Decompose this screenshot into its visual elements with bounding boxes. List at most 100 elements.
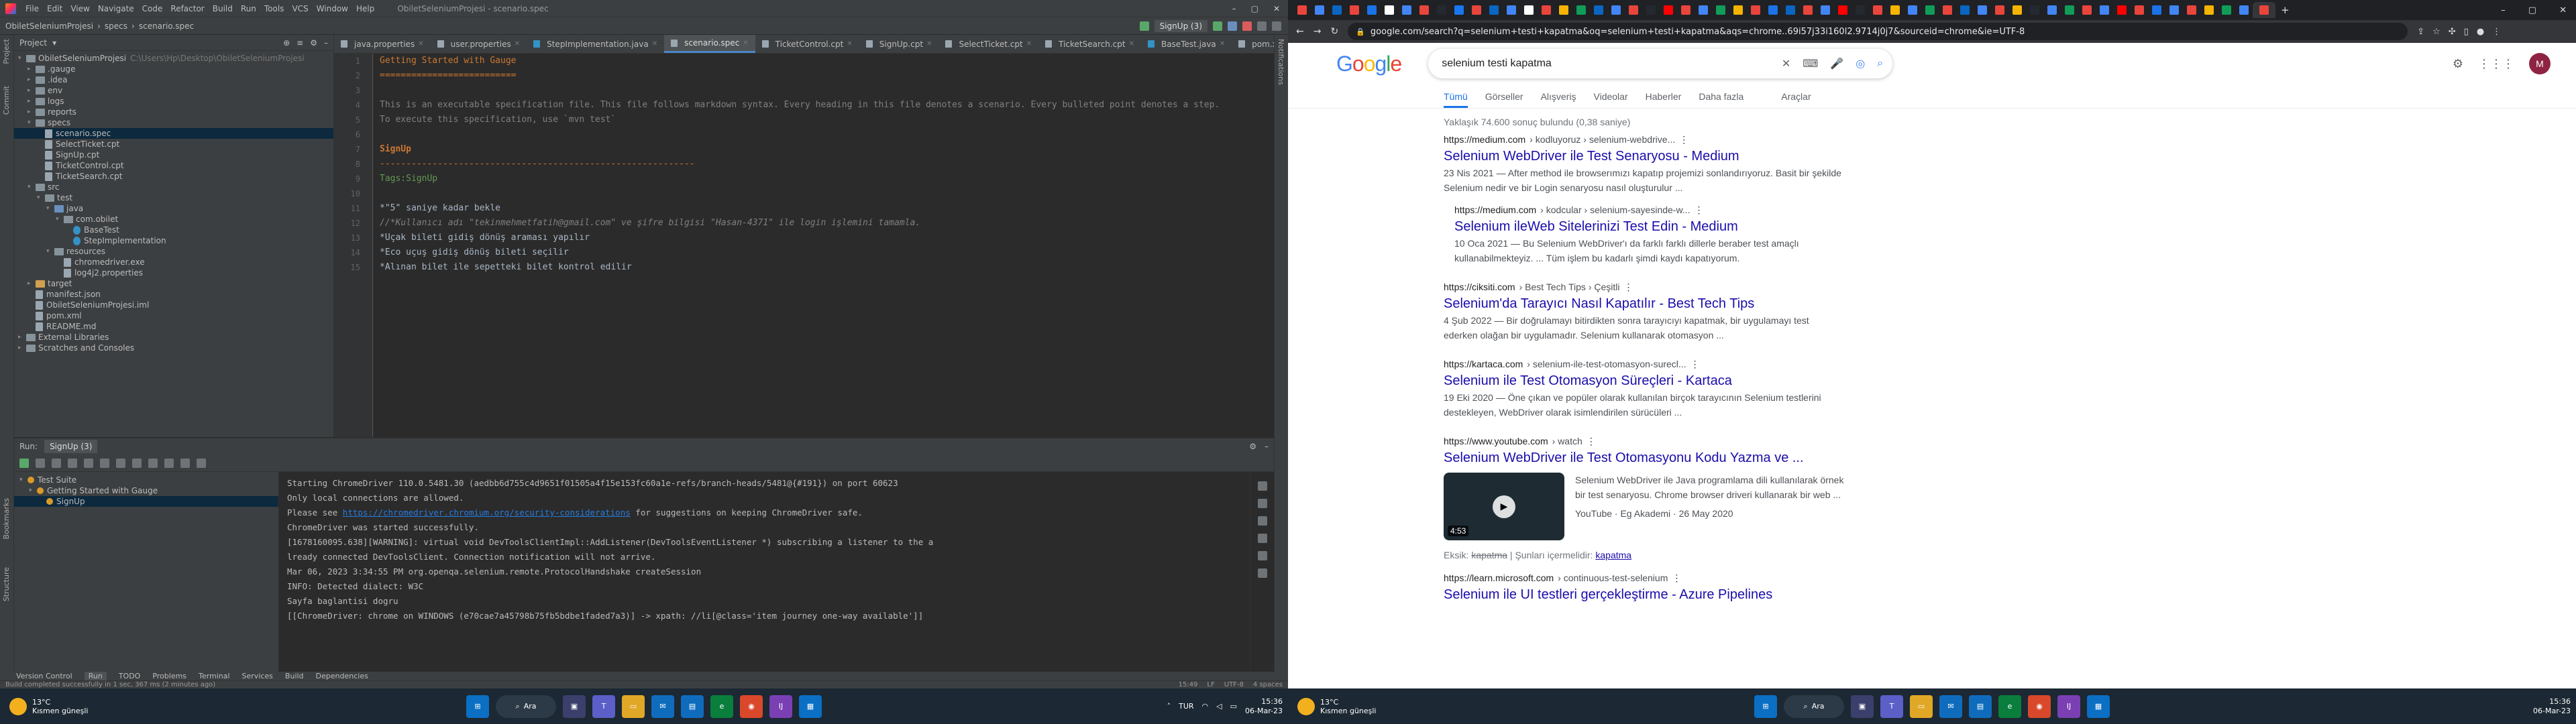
expand-all-icon[interactable] <box>100 458 109 468</box>
tree-item[interactable]: StepImplementation <box>14 235 333 246</box>
tree-item[interactable]: SignUp.cpt <box>14 149 333 160</box>
chevron-icon[interactable]: ▾ <box>46 205 54 212</box>
browser-tab[interactable] <box>2218 2 2235 18</box>
code-line[interactable]: *Uçak bileti gidiş dönüş araması yapılır <box>380 231 1274 245</box>
result-menu-icon[interactable]: ⋮ <box>1690 359 1700 370</box>
teams-chat-icon[interactable]: T <box>1880 695 1903 718</box>
browser-tab[interactable] <box>2096 2 2113 18</box>
search-filter-tab[interactable]: Tümü <box>1444 91 1468 108</box>
tree-item[interactable]: manifest.json <box>14 289 333 300</box>
menu-item[interactable]: Refactor <box>170 4 204 13</box>
task-view-icon[interactable]: ▣ <box>563 695 586 718</box>
chevron-icon[interactable]: ▾ <box>46 248 54 255</box>
browser-tab[interactable] <box>1625 2 1642 18</box>
editor-tab[interactable]: scenario.spec ✕ <box>664 35 755 53</box>
back-arrow-icon[interactable]: ← <box>1296 26 1304 37</box>
bookmark-star-icon[interactable]: ☆ <box>2432 27 2440 37</box>
browser-tab[interactable] <box>1660 2 1677 18</box>
taskbar-search[interactable]: ⌕ Ara <box>496 695 556 718</box>
browser-tab[interactable] <box>1695 2 1712 18</box>
code-lines[interactable]: Getting Started with Gauge ==============… <box>373 54 1274 437</box>
browser-tab[interactable] <box>2078 2 2096 18</box>
tree-item[interactable]: ObiletSeleniumProjesi.iml <box>14 300 333 310</box>
browser-tab[interactable] <box>1886 2 1904 18</box>
tool-window-tab[interactable]: TODO <box>119 672 141 680</box>
next-test-icon[interactable] <box>148 458 158 468</box>
tool-window-tab[interactable]: Run <box>84 672 107 680</box>
close-tab-icon[interactable]: ✕ <box>1220 40 1225 48</box>
browser-tab[interactable] <box>1921 2 1939 18</box>
browser-tab[interactable] <box>1293 2 1311 18</box>
editor-tab[interactable]: BaseTest.java ✕ <box>1141 35 1232 53</box>
code-line[interactable]: Getting Started with Gauge <box>380 54 1274 68</box>
close-tab-icon[interactable]: ✕ <box>743 40 748 47</box>
close-icon[interactable]: ✕ <box>2559 5 2567 15</box>
status-item[interactable]: 15:49 <box>1179 681 1198 688</box>
lens-camera-icon[interactable]: ◎ <box>1856 57 1865 70</box>
search-query[interactable]: selenium testi kapatma <box>1442 58 1770 70</box>
code-line[interactable]: *"5" saniye kadar bekle <box>380 201 1274 216</box>
url-text[interactable]: google.com/search?q=selenium+testi+kapat… <box>1371 27 2025 37</box>
tree-item[interactable]: ▾ resources <box>14 246 333 257</box>
editor-tab[interactable]: SignUp.cpt ✕ <box>859 35 939 53</box>
close-tab-icon[interactable]: ✕ <box>1129 40 1134 48</box>
browser-tab[interactable] <box>1764 2 1782 18</box>
store-icon[interactable]: ▤ <box>1969 695 1992 718</box>
result-title-link[interactable]: Selenium ile UI testleri gerçekleştirme … <box>1444 585 1905 604</box>
browser-tab[interactable] <box>1747 2 1764 18</box>
print-icon[interactable] <box>1257 551 1267 560</box>
sort-duration-icon[interactable] <box>84 458 93 468</box>
code-line[interactable]: ----------------------------------------… <box>380 157 1274 172</box>
code-line[interactable]: //*Kullanıcı adı "tekinmehmetfatih@gmail… <box>380 216 1274 231</box>
editor-tab[interactable]: pom.xml (gauge-test)✕ <box>1232 35 1274 53</box>
run-settings-icon[interactable]: ⚙ <box>1249 442 1256 451</box>
result-title-link[interactable]: Selenium WebDriver ile Test Senaryosu - … <box>1444 147 1905 166</box>
browser-tab[interactable] <box>2165 2 2183 18</box>
taskbar-search[interactable]: ⌕ Ara <box>1784 695 1844 718</box>
browser-tab[interactable] <box>2148 2 2165 18</box>
weather-widget[interactable]: 13°C Kısmen güneşli <box>1288 697 1462 715</box>
tree-item[interactable]: ▸ reports <box>14 107 333 117</box>
breadcrumb-specs[interactable]: specs <box>105 21 127 31</box>
scroll-up-icon[interactable] <box>1257 481 1267 491</box>
search-filter-tab[interactable]: Araçlar <box>1781 91 1811 102</box>
edge-icon[interactable]: e <box>710 695 733 718</box>
menu-item[interactable]: VCS <box>292 4 308 13</box>
app-icon[interactable]: ▦ <box>2087 695 2110 718</box>
browser-tab[interactable] <box>1555 2 1572 18</box>
browser-tab[interactable] <box>1677 2 1695 18</box>
code-line[interactable]: Tags:SignUp <box>380 172 1274 186</box>
windows-start-icon[interactable]: ⊞ <box>466 695 489 718</box>
close-tab-icon[interactable]: ✕ <box>652 40 657 48</box>
commit-tool-tab[interactable]: Commit <box>0 82 13 119</box>
browser-tab[interactable] <box>1729 2 1747 18</box>
side-panel-icon[interactable]: ▯ <box>2464 27 2469 37</box>
menu-item[interactable]: Tools <box>264 4 284 13</box>
collapse-all-icon[interactable] <box>116 458 125 468</box>
maximize-icon[interactable]: ▢ <box>1251 4 1258 13</box>
must-include-link[interactable]: kapatma <box>1595 550 1631 560</box>
result-title-link[interactable]: Selenium ileWeb Sitelerinizi Test Edin -… <box>1454 217 1905 236</box>
editor-tab[interactable]: SelectTicket.cpt ✕ <box>938 35 1038 53</box>
chrome-icon[interactable]: ◉ <box>2028 695 2051 718</box>
chevron-icon[interactable]: ▸ <box>28 76 36 83</box>
chevron-down-icon[interactable]: ▾ <box>52 38 56 48</box>
result-title-link[interactable]: Selenium ile Test Otomasyon Süreçleri - … <box>1444 371 1905 390</box>
tree-item[interactable]: TicketSearch.cpt <box>14 171 333 182</box>
chevron-up-icon[interactable]: ˄ <box>1167 702 1171 711</box>
browser-tab[interactable] <box>1381 2 1398 18</box>
file-explorer-icon[interactable]: ▭ <box>1910 695 1933 718</box>
editor-tab[interactable]: java.properties ✕ <box>334 35 431 53</box>
tree-item[interactable]: SelectTicket.cpt <box>14 139 333 149</box>
test-tree-item[interactable]: ▾ Test Suite <box>14 475 278 485</box>
structure-tab[interactable]: Structure <box>0 563 13 605</box>
result-cite[interactable]: https://www.youtube.com › watch ⋮ <box>1444 436 1905 447</box>
browser-tab[interactable] <box>1799 2 1817 18</box>
chrome-menu-icon[interactable]: ⋮ <box>2492 27 2501 37</box>
task-view-icon[interactable]: ▣ <box>1851 695 1874 718</box>
code-line[interactable] <box>380 127 1274 142</box>
browser-tab[interactable] <box>1363 2 1381 18</box>
tree-item[interactable]: BaseTest <box>14 225 333 235</box>
browser-tab[interactable] <box>1851 2 1869 18</box>
tool-window-tab[interactable]: Terminal <box>199 672 230 680</box>
